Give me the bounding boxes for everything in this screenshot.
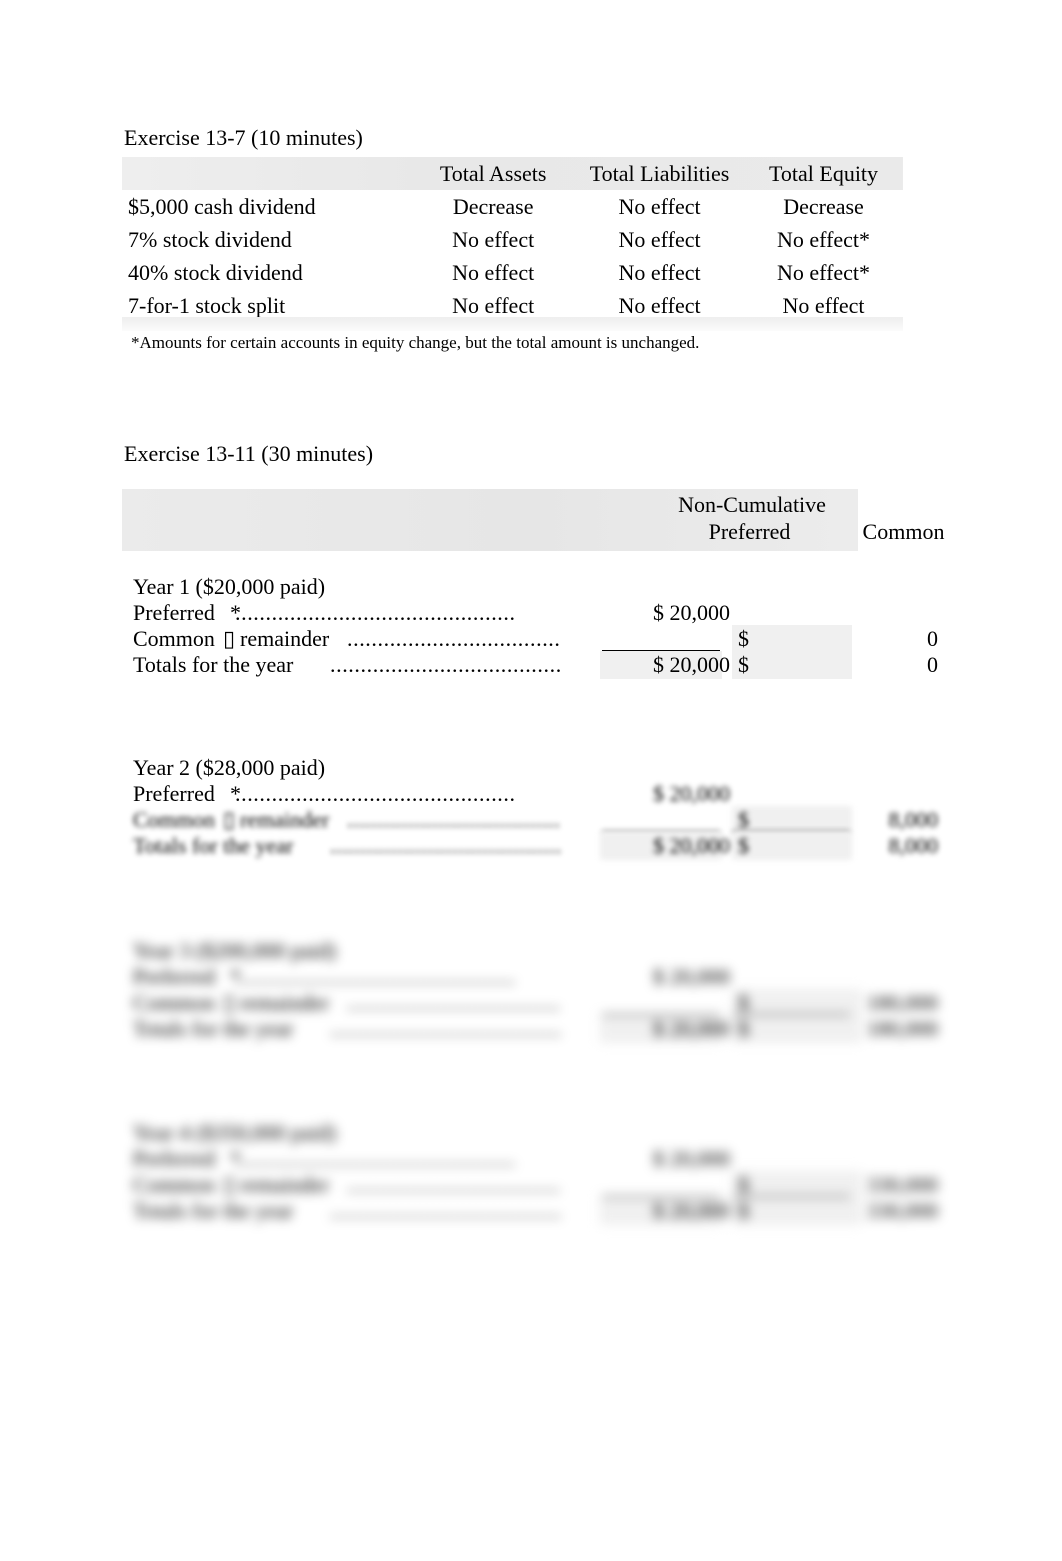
cell-total-equity: No effect* xyxy=(776,226,871,252)
row-common-remainder: Common ▯ remainder .....................… xyxy=(122,806,938,834)
year-block-heading: Year 3 ($200,000 paid) xyxy=(133,938,337,963)
asterisk-marker: * xyxy=(230,1146,242,1171)
asterisk-marker: * xyxy=(230,964,242,989)
cell-total-equity: Decrease xyxy=(783,193,864,219)
leader-dots: ................................... xyxy=(347,1172,561,1197)
row-label-suffix: remainder xyxy=(240,990,330,1015)
table-bottom-shade xyxy=(122,317,903,331)
leader-dots: ................................... xyxy=(347,990,561,1015)
row-totals: Totals for the year ....................… xyxy=(122,1015,938,1043)
column-header-total-liabilities: Total Liabilities xyxy=(589,160,730,186)
row-label: 7% stock dividend xyxy=(128,226,292,252)
row-label: Common xyxy=(133,626,215,651)
row-preferred: Preferred ..............................… xyxy=(122,781,912,808)
column-group-header-non-cumulative: Non-Cumulative xyxy=(678,492,826,517)
asterisk-marker: * xyxy=(230,781,242,806)
row-label: Common xyxy=(133,990,215,1015)
cell-common-value: 180,000 xyxy=(866,1016,939,1041)
asterisk-marker: * xyxy=(230,600,242,625)
cell-total-assets: No effect xyxy=(452,226,535,252)
row-label: Totals for the year xyxy=(133,1198,294,1223)
leader-dots: ........................................… xyxy=(330,652,562,677)
row-totals: Totals for the year ....................… xyxy=(122,1197,938,1225)
row-label: Totals for the year xyxy=(133,833,294,858)
row-common-remainder: Common ▯ remainder .....................… xyxy=(122,625,938,653)
exercise-13-7-footnote: *Amounts for certain accounts in equity … xyxy=(131,333,700,352)
column-header-blank xyxy=(122,157,411,190)
cell-common-value: 330,000 xyxy=(866,1198,939,1223)
cell-total-liabilities: No effect xyxy=(618,259,701,285)
leader-dots: ................................... xyxy=(347,626,561,651)
column-header-common: Common xyxy=(862,519,945,544)
row-label: Common xyxy=(133,1172,215,1197)
exercise-13-11-title: Exercise 13-11 (30 minutes) xyxy=(124,441,374,466)
year-block-heading: Year 2 ($28,000 paid) xyxy=(133,755,326,780)
year-block-heading: Year 4 ($350,000 paid) xyxy=(133,1120,337,1145)
row-label: Preferred xyxy=(133,964,215,989)
exercise-13-7-table: Total Assets Total Liabilities Total Equ… xyxy=(122,157,903,322)
table-header-row: Total Assets Total Liabilities Total Equ… xyxy=(122,157,903,190)
row-label: Common xyxy=(133,807,215,832)
cell-total-assets: Decrease xyxy=(452,193,534,219)
row-label-suffix: remainder xyxy=(240,626,330,651)
year-block-heading: Year 1 ($20,000 paid) xyxy=(133,574,326,599)
missing-glyph-icon: ▯ xyxy=(223,990,236,1015)
document-page: Exercise 13-7 (10 minutes) Total Assets … xyxy=(0,0,1062,1561)
leader-dots: ........................................… xyxy=(235,781,516,806)
cell-common-value: 8,000 xyxy=(888,807,939,832)
row-label: Preferred xyxy=(133,1146,215,1171)
row-label: 40% stock dividend xyxy=(128,259,303,285)
cell-preferred: $ 20,000 xyxy=(653,964,730,989)
leader-dots: ........................................… xyxy=(235,600,516,625)
cell-common-value: 0 xyxy=(927,652,938,677)
leader-dots: ........................................… xyxy=(330,1198,562,1223)
table-row: $5,000 cash dividend Decrease No effect … xyxy=(122,190,903,223)
leader-dots: ........................................… xyxy=(235,964,516,989)
exercise-13-11-table-header: Non-Cumulative Preferred Common xyxy=(122,489,944,551)
leader-dots: ........................................… xyxy=(330,1016,562,1041)
cell-common-value: 180,000 xyxy=(866,990,939,1015)
column-header-total-assets: Total Assets xyxy=(439,160,547,186)
table-row: 7% stock dividend No effect No effect No… xyxy=(122,223,903,256)
cell-preferred: $ 20,000 xyxy=(653,781,730,806)
row-common-remainder: Common ▯ remainder .....................… xyxy=(122,989,938,1017)
row-preferred: Preferred ..............................… xyxy=(122,964,912,991)
row-preferred: Preferred ..............................… xyxy=(122,600,912,627)
row-label: Totals for the year xyxy=(133,1016,294,1041)
row-label: Preferred xyxy=(133,600,215,625)
row-common-remainder: Common ▯ remainder .....................… xyxy=(122,1171,938,1199)
missing-glyph-icon: ▯ xyxy=(223,1172,236,1197)
cell-common-value: 0 xyxy=(927,626,938,651)
row-totals: Totals for the year ....................… xyxy=(122,651,938,679)
missing-glyph-icon: ▯ xyxy=(223,807,236,832)
leader-dots: ................................... xyxy=(347,807,561,832)
cell-preferred: $ 20,000 xyxy=(653,1146,730,1171)
missing-glyph-icon: ▯ xyxy=(223,626,236,651)
cell-common-value: 8,000 xyxy=(888,833,939,858)
row-label-suffix: remainder xyxy=(240,1172,330,1197)
cell-total-liabilities: No effect xyxy=(618,226,701,252)
row-totals: Totals for the year ....................… xyxy=(122,832,938,860)
row-label: Preferred xyxy=(133,781,215,806)
leader-dots: ........................................… xyxy=(330,833,562,858)
cell-common-value: 330,000 xyxy=(866,1172,939,1197)
row-label: $5,000 cash dividend xyxy=(128,193,316,219)
row-preferred: Preferred ..............................… xyxy=(122,1146,912,1173)
column-header-total-equity: Total Equity xyxy=(768,160,879,186)
row-label-suffix: remainder xyxy=(240,807,330,832)
exercise-13-7-title: Exercise 13-7 (10 minutes) xyxy=(124,125,363,150)
leader-dots: ........................................… xyxy=(235,1146,516,1171)
table-row: 40% stock dividend No effect No effect N… xyxy=(122,256,903,289)
cell-total-liabilities: No effect xyxy=(618,193,701,219)
cell-total-equity: No effect* xyxy=(776,259,871,285)
cell-preferred: $ 20,000 xyxy=(653,600,730,625)
cell-total-assets: No effect xyxy=(452,259,535,285)
row-label: Totals for the year xyxy=(133,652,294,677)
